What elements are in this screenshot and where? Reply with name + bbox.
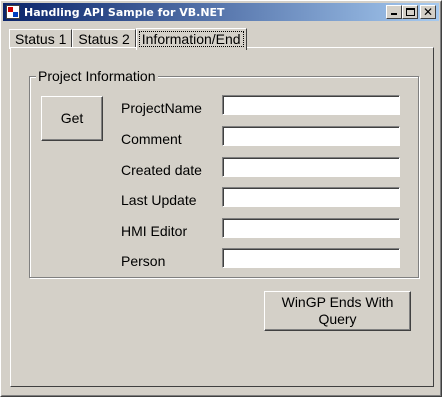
project-information-group: Project Information Get ProjectName Comm… [29,68,419,278]
last-update-label: Last Update [121,192,197,208]
title-bar-buttons: ✕ [386,5,436,19]
tab-status-2[interactable]: Status 2 [72,29,136,49]
wingp-end-with-query-button[interactable]: WinGP Ends With Query [264,291,411,331]
comment-label: Comment [121,131,182,147]
tab-strip: Status 1 Status 2 Information/End [9,27,247,50]
minimize-button[interactable] [386,5,402,19]
person-label: Person [121,253,166,269]
minimize-icon [391,13,397,15]
created-date-field[interactable] [222,157,400,177]
last-update-field[interactable] [222,187,400,207]
project-name-label: ProjectName [121,100,202,116]
app-icon [6,5,20,19]
person-field[interactable] [222,248,400,268]
get-button[interactable]: Get [41,96,103,141]
group-legend: Project Information [36,68,158,84]
tab-panel-information-end: Project Information Get ProjectName Comm… [10,47,434,387]
tab-information-end[interactable]: Information/End [135,28,247,50]
maximize-icon [406,8,415,16]
maximize-button[interactable] [402,5,418,19]
created-date-label: Created date [121,162,202,178]
close-icon: ✕ [422,5,434,19]
project-name-field[interactable] [222,95,400,115]
close-button[interactable]: ✕ [420,5,436,19]
comment-field[interactable] [222,126,400,146]
hmi-editor-label: HMI Editor [121,223,188,239]
window-title: Handling API Sample for VB.NET [24,5,225,19]
tab-status-1[interactable]: Status 1 [9,29,73,49]
title-bar[interactable]: Handling API Sample for VB.NET ✕ [3,3,439,21]
hmi-editor-field[interactable] [222,218,400,238]
main-window: Handling API Sample for VB.NET ✕ Status … [0,0,442,397]
